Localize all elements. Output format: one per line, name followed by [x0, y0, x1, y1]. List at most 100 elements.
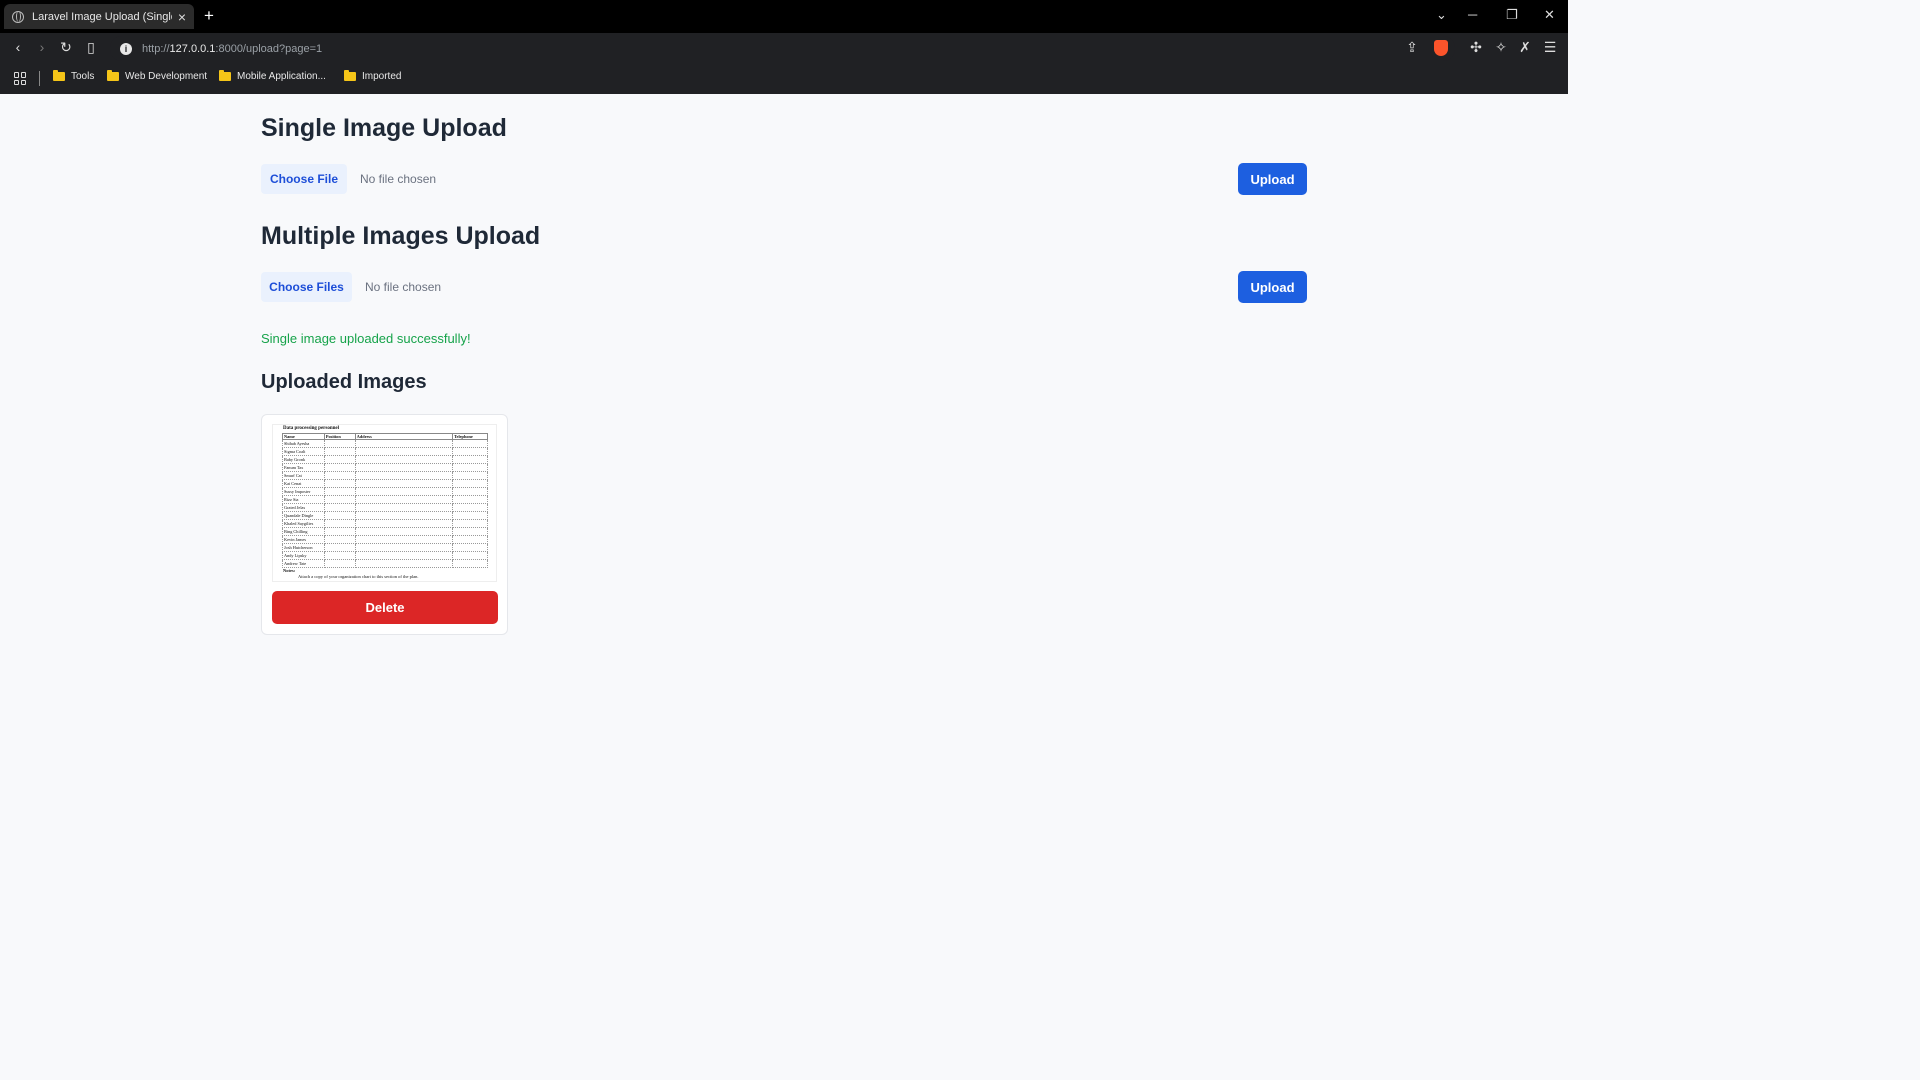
thumbnail-empty-cell	[354, 487, 454, 496]
multiple-choose-files-button[interactable]: Choose Files	[261, 272, 352, 302]
bookmark-imported[interactable]: Imported	[344, 70, 402, 82]
thumbnail-empty-cell	[452, 495, 488, 504]
address-bar[interactable]: i http://127.0.0.1:8000/upload?page=1	[110, 36, 1455, 61]
delete-button[interactable]: Delete	[272, 591, 498, 624]
thumbnail-empty-cell	[354, 479, 454, 488]
folder-icon	[107, 70, 119, 81]
thumbnail-empty-cell	[354, 495, 454, 504]
success-message: Single image uploaded successfully!	[261, 331, 471, 346]
thumbnail-name-cell: Andrew Tate	[282, 559, 325, 568]
single-upload-button[interactable]: Upload	[1238, 163, 1307, 195]
page-content: Single Image Upload Choose File No file …	[0, 94, 1568, 882]
minimize-icon[interactable]: ─	[1468, 7, 1477, 22]
thumbnail-empty-cell	[452, 511, 488, 520]
bookmark-tools[interactable]: Tools	[53, 70, 95, 82]
thumbnail-name-cell: Smurf Cat	[282, 471, 325, 480]
thumbnail-empty-cell	[323, 527, 356, 536]
thumbnail-name-cell: Bing Chilling	[282, 527, 325, 536]
thumbnail-empty-cell	[354, 455, 454, 464]
thumbnail-empty-cell	[354, 503, 454, 512]
window-close-icon[interactable]: ✕	[1544, 7, 1555, 23]
url-prefix: http://	[142, 42, 170, 55]
thumbnail-empty-cell	[452, 439, 488, 448]
thumbnail-empty-cell	[354, 519, 454, 528]
thumbnail-empty-cell	[323, 455, 356, 464]
thumbnail-name-cell: Sussy Imposter	[282, 487, 325, 496]
thumbnail-empty-cell	[452, 543, 488, 552]
thumbnail-empty-cell	[354, 551, 454, 560]
thumbnail-empty-cell	[323, 495, 356, 504]
single-choose-file-button[interactable]: Choose File	[261, 164, 347, 194]
thumbnail-empty-cell	[323, 519, 356, 528]
bookmark-label: Web Development	[125, 71, 208, 82]
browser-tab[interactable]: Laravel Image Upload (Single ×	[4, 4, 194, 29]
thumbnail-empty-cell	[452, 447, 488, 456]
reload-icon[interactable]: ↻	[57, 39, 75, 56]
thumbnail-empty-cell	[354, 447, 454, 456]
new-tab-icon[interactable]: +	[204, 6, 214, 26]
single-upload-heading: Single Image Upload	[261, 114, 507, 142]
tab-search-icon[interactable]: ⌄	[1436, 7, 1447, 23]
thumbnail-empty-cell	[323, 471, 356, 480]
thumbnail-empty-cell	[323, 543, 356, 552]
back-icon[interactable]: ‹	[9, 39, 27, 55]
folder-icon	[219, 70, 231, 81]
extensions-icon[interactable]: ✣	[1467, 39, 1485, 56]
bookmark-mobile-application[interactable]: Mobile Application...	[219, 70, 326, 82]
thumbnail-name-cell: Baby Gronk	[282, 455, 325, 464]
apps-grid-icon[interactable]	[14, 72, 27, 85]
bookmark-label: Tools	[71, 71, 95, 82]
url-path: :8000/upload?page=1	[215, 42, 323, 55]
thumbnail-empty-cell	[323, 511, 356, 520]
bookmark-icon[interactable]: ▯	[82, 39, 100, 56]
thumbnail-row: Rizz Sia	[282, 495, 488, 504]
thumbnail-empty-cell	[323, 439, 356, 448]
folder-icon	[344, 70, 356, 81]
thumbnail-row: Quandale Dingle	[282, 511, 488, 520]
bookmark-web-development[interactable]: Web Development	[107, 70, 208, 82]
thumbnail-row: Josh Hutcherson	[282, 543, 488, 552]
thumbnail-empty-cell	[354, 535, 454, 544]
tools-icon[interactable]: ✗	[1516, 39, 1534, 56]
restore-icon[interactable]: ❐	[1506, 7, 1518, 23]
browser-toolbar: ‹ › ↻ ▯ i http://127.0.0.1:8000/upload?p…	[0, 33, 1568, 63]
thumbnail-empty-cell	[323, 487, 356, 496]
multiple-upload-heading: Multiple Images Upload	[261, 222, 541, 250]
thumbnail-row: Sigma Coalt	[282, 447, 488, 456]
thumbnail-title: Data processing personnel	[283, 426, 340, 431]
thumbnail-empty-cell	[323, 559, 356, 568]
thumbnail-row: Grated Jelas	[282, 503, 488, 512]
thumbnail-name-cell: Shihab Ayesha	[282, 439, 325, 448]
thumbnail-empty-cell	[452, 503, 488, 512]
site-info-icon[interactable]: i	[120, 42, 132, 55]
thumbnail-empty-cell	[452, 519, 488, 528]
thumbnail-empty-cell	[323, 447, 356, 456]
thumbnail-name-cell: Fanum Tax	[282, 463, 325, 472]
thumbnail-empty-cell	[452, 527, 488, 536]
multiple-upload-button[interactable]: Upload	[1238, 271, 1307, 303]
thumbnail-note: Notes:	[283, 568, 296, 573]
bookmark-separator	[39, 71, 40, 86]
uploaded-image-thumbnail[interactable]: Data processing personnel Name Position …	[272, 424, 497, 582]
thumbnail-row: Andrew Tate	[282, 559, 488, 568]
bookmark-label: Mobile Application...	[237, 71, 326, 82]
share-icon[interactable]: ⇪	[1403, 39, 1421, 56]
thumbnail-row: Fanum Tax	[282, 463, 488, 472]
bookmark-label: Imported	[362, 71, 402, 82]
thumbnail-row: Khaled Saygilies	[282, 519, 488, 528]
thumbnail-empty-cell	[452, 535, 488, 544]
leo-ai-icon[interactable]: ✧	[1492, 39, 1510, 56]
thumbnail-empty-cell	[354, 527, 454, 536]
thumbnail-empty-cell	[452, 455, 488, 464]
close-tab-icon[interactable]: ×	[178, 9, 186, 25]
thumbnail-empty-cell	[354, 543, 454, 552]
thumbnail-empty-cell	[354, 439, 454, 448]
thumbnail-row: Andy Lipsky	[282, 551, 488, 560]
brave-shield-icon[interactable]	[1434, 40, 1448, 56]
forward-icon[interactable]: ›	[33, 39, 51, 55]
tab-bar: Laravel Image Upload (Single × + ⌄ ─ ❐ ✕	[0, 0, 1568, 33]
thumbnail-name-cell: Josh Hutcherson	[282, 543, 325, 552]
thumbnail-row: Shihab Ayesha	[282, 439, 488, 448]
thumbnail-empty-cell	[452, 559, 488, 568]
menu-icon[interactable]: ☰	[1541, 39, 1559, 56]
